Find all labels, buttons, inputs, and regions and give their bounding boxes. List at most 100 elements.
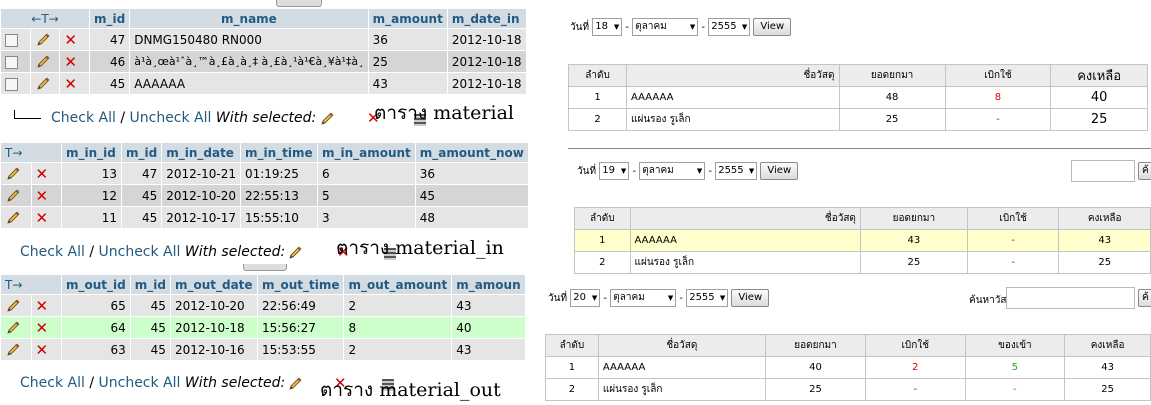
material-table: ←T→ m_id m_name m_amount m_date_in ✕ 47 … [0,8,527,95]
delete-x-icon[interactable]: ✕ [64,31,77,49]
year-select[interactable]: 2555 ▼ [686,289,729,307]
edit-pencil-icon[interactable] [35,32,51,48]
cell-m-out-id: 63 [62,339,130,360]
scrollbar-thumb[interactable] [276,0,322,7]
row-checkbox[interactable] [5,55,18,69]
edit-pencil-icon[interactable] [5,210,21,226]
year-select[interactable]: 2555 ▼ [708,18,751,36]
view-button[interactable]: View [760,162,799,180]
view-button[interactable]: View [753,18,792,36]
edit-selected-pencil-icon[interactable] [287,245,303,261]
check-all-link[interactable]: Check All [20,375,85,391]
column-header-m-amount[interactable]: m_amount [368,9,447,28]
delete-x-icon[interactable]: ✕ [36,297,49,315]
col-carry: ยอดยกมา [764,334,866,357]
cell-m-out-date: 2012-10-20 [170,295,257,316]
cell-m-date-in: 2012-10-18 [447,29,526,50]
sort-arrows[interactable]: T→ [1,275,61,294]
delete-x-icon[interactable]: ✕ [36,209,49,227]
table-row: 2 แผ่นรอง รูเล็ก 25 - 25 [567,108,1148,131]
scrollbar-thumb[interactable] [243,264,287,271]
column-header-m-name[interactable]: m_name [130,9,368,28]
uncheck-all-link[interactable]: Uncheck All [99,244,181,260]
cell-m-in-amount: 3 [317,207,415,228]
cell-m-amount: 40 [452,317,525,338]
check-all-link[interactable]: Check All [20,244,85,260]
column-header-m-in-id[interactable]: m_in_id [62,143,121,162]
month-select[interactable]: ตุลาคม ▼ [610,289,677,307]
column-header-m-in-date[interactable]: m_in_date [162,143,240,162]
column-header-m-out-amount[interactable]: m_out_amount [344,275,452,294]
check-all-link[interactable]: Check All [51,110,116,126]
delete-x-icon[interactable]: ✕ [36,187,49,205]
cell-m-date-in: 2012-10-18 [447,51,526,72]
cell-m-amount: 25 [368,51,447,72]
edit-pencil-icon[interactable] [35,54,51,70]
search-button[interactable]: ค้ [1138,162,1151,180]
cell-m-id: 45 [130,295,170,316]
search-input[interactable] [1071,160,1135,182]
edit-pencil-icon[interactable] [5,188,21,204]
col-remain: คงเหลือ [1050,64,1148,87]
row-checkbox[interactable] [5,77,18,91]
column-header-m-id[interactable]: m_id [90,9,130,28]
cell-remain: 25 [1058,251,1151,274]
year-select[interactable]: 2555 ▼ [715,162,758,180]
sort-arrows[interactable]: T→ [1,143,61,162]
month-select[interactable]: ตุลาคม ▼ [632,18,699,36]
column-header-m-in-time[interactable]: m_in_time [240,143,317,162]
cell-remain: 43 [1064,356,1151,379]
column-header-m-out-time[interactable]: m_out_time [257,275,344,294]
edit-pencil-icon[interactable] [35,76,51,92]
delete-x-icon[interactable]: ✕ [64,75,77,93]
table-row: 2 แผ่นรอง รูเล็ก 25 - 25 [574,251,1151,274]
col-used: เบิกใช้ [944,64,1052,87]
column-header-m-amount-now[interactable]: m_amount_now [415,143,528,162]
cell-m-out-amount: 2 [344,339,452,360]
cell-m-id: 46 [90,51,130,72]
cell-m-in-time: 22:55:13 [240,185,317,206]
cell-m-in-id: 11 [62,207,121,228]
delete-x-icon[interactable]: ✕ [36,165,49,183]
row-checkbox[interactable] [5,33,18,47]
search-input[interactable] [1006,287,1135,309]
column-header-m-id[interactable]: m_id [130,275,170,294]
delete-x-icon[interactable]: ✕ [36,319,49,337]
column-header-m-in-amount[interactable]: m_in_amount [317,143,415,162]
edit-selected-pencil-icon[interactable] [319,111,335,127]
day-select[interactable]: 19 ▼ [599,162,630,180]
cell-m-amount-now: 36 [415,163,528,184]
uncheck-all-link[interactable]: Uncheck All [99,375,181,391]
column-header-m-amount[interactable]: m_amoun [452,275,525,294]
day-select[interactable]: 20 ▼ [570,289,601,307]
header-row: T→ m_in_id m_id m_in_date m_in_time m_in… [1,143,528,162]
column-header-m-id[interactable]: m_id [122,143,162,162]
view-button[interactable]: View [731,289,770,307]
edit-pencil-icon[interactable] [5,342,21,358]
edit-pencil-icon[interactable] [5,166,21,182]
col-name: ชื่อวัสดุ [597,334,766,357]
column-header-m-out-date[interactable]: m_out_date [170,275,257,294]
uncheck-all-link[interactable]: Uncheck All [130,110,212,126]
delete-x-icon[interactable]: ✕ [36,341,49,359]
search-button[interactable]: ค้ [1138,289,1151,307]
delete-x-icon[interactable]: ✕ [64,53,77,71]
edit-selected-pencil-icon[interactable] [287,376,303,392]
sort-arrows[interactable]: ←T→ [1,9,89,28]
report-table-1: ลำดับ ชื่อวัสดุ ยอดยกมา เบิกใช้ คงเหลือ … [567,64,1148,131]
cell-m-amount: 43 [452,339,525,360]
report-table-3: ลำดับ ชื่อวัสดุ ยอดยกมา เบิกใช้ ของเข้า … [545,334,1151,401]
column-header-m-out-id[interactable]: m_out_id [62,275,130,294]
cell-m-in-amount: 5 [317,185,415,206]
cell-m-amount: 43 [368,73,447,94]
edit-pencil-icon[interactable] [5,298,21,314]
cell-m-in-time: 01:19:25 [240,163,317,184]
column-header-m-date-in[interactable]: m_date_in [447,9,526,28]
cell-remain: 25 [1050,108,1148,131]
cell-no: 1 [545,356,599,379]
cell-m-amount-now: 45 [415,185,528,206]
table-row: ✕ 65 45 2012-10-20 22:56:49 2 43 [1,295,525,316]
day-select[interactable]: 18 ▼ [592,18,623,36]
month-select[interactable]: ตุลาคม ▼ [639,162,706,180]
edit-pencil-icon[interactable] [5,320,21,336]
